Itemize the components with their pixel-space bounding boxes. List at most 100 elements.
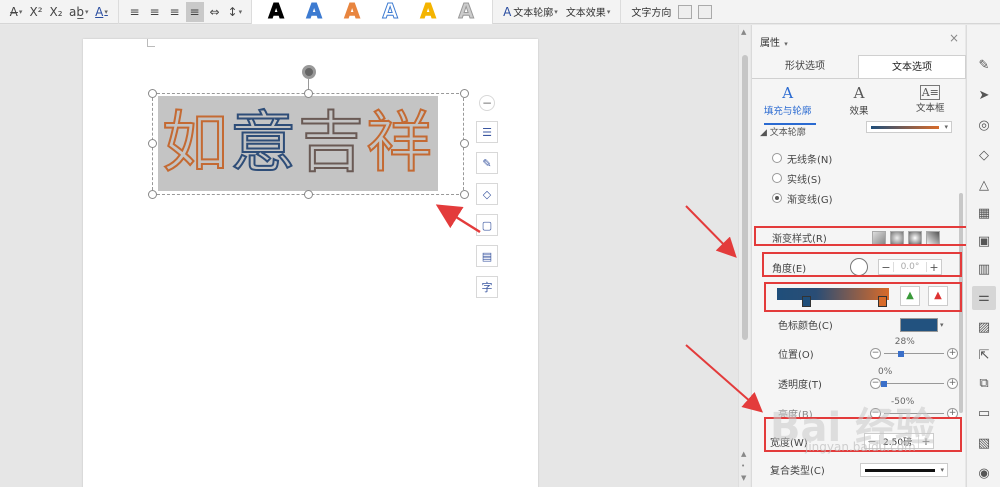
phonetic-button[interactable]: ab̲ ▾	[67, 2, 91, 22]
resize-handle[interactable]	[148, 139, 157, 148]
archive-icon[interactable]: ▭	[975, 405, 993, 423]
image-icon[interactable]: ▧	[975, 435, 993, 453]
wordart-style-sample[interactable]: A	[258, 0, 294, 23]
justify-icon[interactable]: ≡	[185, 1, 204, 22]
effects-icon: A	[853, 84, 865, 102]
resize-handle[interactable]	[460, 139, 469, 148]
subscript-button[interactable]: X₂	[47, 2, 65, 22]
compound-type-row: 复合类型(C) ▾	[770, 462, 948, 477]
textbox-icon: A≡	[920, 85, 941, 100]
distribute-icon[interactable]: ⇔	[206, 2, 224, 22]
chevron-down-icon[interactable]: ▾	[940, 321, 944, 329]
wordart-style-sample[interactable]: A	[410, 0, 446, 23]
document-scrollbar[interactable]: ▲ ▲ • ▼	[738, 25, 750, 487]
rotate-handle-icon[interactable]	[302, 65, 316, 79]
transparency-increase-icon[interactable]: +	[947, 378, 958, 389]
wordart-style-sample[interactable]: A	[334, 0, 370, 23]
resize-handle[interactable]	[148, 190, 157, 199]
transparency-slider[interactable]: 0%	[878, 367, 947, 390]
subtab-fill-outline[interactable]: A 填充与轮廓	[758, 83, 818, 123]
wordart-style-sample[interactable]: A	[448, 0, 484, 23]
tab-text-options[interactable]: 文本选项	[858, 55, 966, 78]
grid-apps-icon[interactable]: ▣	[975, 233, 993, 251]
align-center-icon[interactable]: ≡	[146, 2, 164, 22]
cursor-icon[interactable]: ➤	[975, 87, 993, 105]
wordart-style-sample[interactable]: A	[296, 0, 332, 23]
outline-box-icon[interactable]: ▢	[476, 214, 498, 236]
text-effect-button[interactable]: 文本效果 ▾	[562, 4, 615, 20]
resize-handle[interactable]	[148, 89, 157, 98]
table-icon[interactable]: ▦	[975, 205, 993, 223]
close-icon[interactable]: ×	[949, 31, 959, 45]
paragraph-group: ≡ ≡ ≡ ≡ ⇔ ↕ ▾	[119, 0, 253, 24]
resize-handle[interactable]	[460, 190, 469, 199]
radio-no-line[interactable]: 无线条(N)	[772, 148, 833, 168]
transparency-decrease-icon[interactable]: −	[870, 378, 881, 389]
position-decrease-icon[interactable]: −	[870, 348, 881, 359]
scroll-up-icon[interactable]: ▲	[741, 28, 746, 36]
highlight-gradient-bar	[764, 282, 962, 312]
resize-handle[interactable]	[460, 89, 469, 98]
resize-handle[interactable]	[304, 89, 313, 98]
strikethrough-button[interactable]: A̶ ▾	[7, 2, 25, 22]
pen-icon[interactable]: ✎	[975, 57, 993, 75]
scroll-thumb[interactable]	[742, 55, 748, 340]
transparency-slider-knob[interactable]	[881, 380, 887, 387]
subtab-effects[interactable]: A 效果	[829, 83, 889, 123]
outline-gradient-dropdown[interactable]: ▾	[866, 121, 952, 133]
stop-color-row: 色标颜色(C) ▾	[778, 317, 944, 332]
page-corner-mark	[147, 39, 155, 47]
scroll-down-icon[interactable]: ▲	[741, 450, 746, 458]
subtab-textbox[interactable]: A≡ 文本框	[900, 83, 960, 123]
export-icon[interactable]: ⇱	[975, 347, 993, 365]
radio-solid-line[interactable]: 实线(S)	[772, 168, 833, 188]
font-color-button[interactable]: A ▾	[93, 2, 111, 22]
panel-title[interactable]: 属性 ▾	[760, 34, 788, 49]
right-icon-rail: ✎ ➤ ◎ ◇ △ ▦ ▣ ▥ ⚌ ▨ ⇱ ⧉ ▭ ▧ ◉	[966, 25, 1000, 487]
collapse-icon[interactable]: −	[479, 95, 495, 111]
position-slider[interactable]: 28%	[881, 337, 947, 360]
position-slider-knob[interactable]	[897, 350, 904, 357]
radio-gradient-line[interactable]: 渐变线(G)	[772, 188, 833, 208]
shapes-icon[interactable]: ◇	[975, 147, 993, 165]
textbox-unlink-icon[interactable]	[698, 4, 713, 19]
superscript-button[interactable]: X²	[27, 2, 45, 22]
picture-icon[interactable]: ▨	[975, 319, 993, 337]
align-left-icon[interactable]: ≡	[126, 2, 144, 22]
location-icon[interactable]: ◎	[975, 117, 993, 135]
section-header[interactable]: ◢ 文本轮廓	[760, 125, 806, 138]
pen-icon[interactable]: ✎	[476, 152, 498, 174]
scroll-dot-icon[interactable]: •	[741, 462, 745, 470]
chart-icon[interactable]: ▥	[975, 261, 993, 279]
textbox-link-icon[interactable]	[678, 4, 693, 19]
selection-frame[interactable]	[152, 93, 464, 195]
wordart-style-gallery: AAAAAA	[252, 0, 494, 24]
text-frame-icon[interactable]: ▤	[476, 245, 498, 267]
line-spacing-icon[interactable]: ↕ ▾	[226, 2, 245, 22]
layout-options-icon[interactable]: ☰	[476, 121, 498, 143]
baidu-watermark-url: jingyan.baidu.com	[805, 440, 916, 454]
compass-icon[interactable]: ◉	[975, 465, 993, 483]
triangle-icon[interactable]: △	[975, 177, 993, 195]
position-row: 位置(O) − 28% +	[778, 336, 958, 361]
fill-outline-icon: A	[782, 84, 794, 102]
copy-icon[interactable]: ⧉	[975, 375, 993, 393]
resize-handle[interactable]	[304, 190, 313, 199]
font-format-group: A̶ ▾ X² X₂ ab̲ ▾ A ▾	[0, 0, 119, 24]
wordart-style-sample[interactable]: A	[372, 0, 408, 23]
highlight-angle	[762, 252, 962, 277]
font-char-icon[interactable]: 字	[476, 276, 498, 298]
fill-bucket-icon[interactable]: ◇	[476, 183, 498, 205]
align-right-icon[interactable]: ≡	[166, 2, 184, 22]
properties-icon[interactable]: ⚌	[972, 286, 996, 310]
text-outline-button[interactable]: A 文本轮廓 ▾	[499, 4, 562, 20]
stop-color-swatch[interactable]	[900, 317, 938, 332]
text-outline-group: A 文本轮廓 ▾ 文本效果 ▾	[493, 0, 622, 24]
position-increase-icon[interactable]: +	[947, 348, 958, 359]
compound-type-dropdown[interactable]: ▾	[860, 462, 948, 477]
text-direction-button[interactable]: 文字方向	[627, 4, 675, 19]
panel-subtabs: A 填充与轮廓 A 效果 A≡ 文本框	[752, 83, 966, 123]
scroll-next-icon[interactable]: ▼	[741, 474, 746, 482]
floating-toolbar: − ☰ ✎ ◇ ▢ ▤ 字	[476, 95, 500, 307]
tab-shape-options[interactable]: 形状选项	[752, 55, 858, 78]
